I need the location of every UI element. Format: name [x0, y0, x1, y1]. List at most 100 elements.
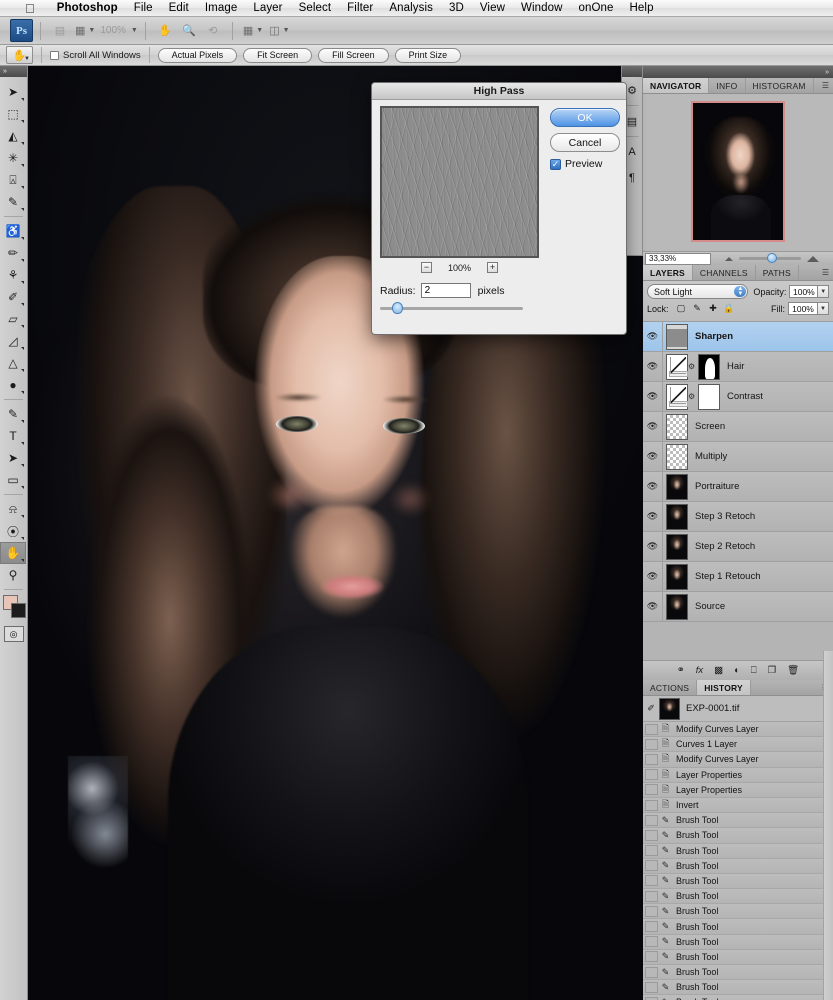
- new-group-icon[interactable]: ⎕: [751, 665, 757, 676]
- radius-input[interactable]: 2: [420, 283, 471, 298]
- layer-mask-thumbnail[interactable]: [698, 353, 720, 380]
- layer-mask-icon[interactable]: ▩: [714, 665, 723, 676]
- table-row[interactable]: 👁 Step 3 Retoch: [643, 502, 833, 532]
- list-item[interactable]: ✎Brush Tool: [643, 934, 833, 950]
- toolbox-drag-handle[interactable]: »: [0, 66, 27, 77]
- adjustment-layer-icon[interactable]: ◐: [734, 665, 740, 676]
- list-item[interactable]: ✎Brush Tool: [643, 949, 833, 965]
- history-snapshot-toggle[interactable]: [645, 845, 658, 857]
- tab-layers[interactable]: LAYERS: [643, 265, 693, 280]
- layer-visibility-icon[interactable]: 👁: [643, 322, 663, 351]
- lock-image-icon[interactable]: ✎: [691, 302, 704, 315]
- move-tool[interactable]: ➤: [0, 81, 26, 103]
- hand-tool[interactable]: ✋: [0, 542, 26, 564]
- layer-thumbnail[interactable]: [666, 503, 688, 530]
- layer-visibility-icon[interactable]: 👁: [643, 562, 663, 591]
- menu-item-help[interactable]: Help: [622, 2, 662, 14]
- menu-item-view[interactable]: View: [472, 2, 513, 14]
- tab-history[interactable]: HISTORY: [697, 680, 751, 695]
- history-snapshot-toggle[interactable]: [645, 814, 658, 826]
- apple-icon[interactable]: : [25, 2, 35, 15]
- table-row[interactable]: 👁 Source: [643, 592, 833, 622]
- path-selection-tool[interactable]: ➤: [0, 447, 26, 469]
- history-snapshot-toggle[interactable]: [645, 936, 658, 948]
- mini-bridge-icon[interactable]: ▦ ▼: [75, 21, 95, 41]
- list-item[interactable]: 🗎 Layer Properties: [643, 782, 833, 798]
- blend-mode-select[interactable]: Soft Light ▲ ▼: [647, 284, 749, 299]
- list-item[interactable]: ✎Brush Tool: [643, 904, 833, 920]
- gradient-tool[interactable]: ◿: [0, 330, 26, 352]
- ok-button[interactable]: OK: [550, 108, 620, 127]
- hand-tool-icon[interactable]: ✋ ▼: [6, 46, 33, 64]
- radius-slider[interactable]: [380, 302, 523, 314]
- rotate-view-icon[interactable]: ⟲: [204, 21, 222, 41]
- bridge-icon[interactable]: ▤: [51, 21, 69, 41]
- crop-tool[interactable]: ⍓: [0, 169, 26, 191]
- chevron-updown-icon[interactable]: ▲ ▼: [734, 286, 747, 297]
- layer-thumbnail[interactable]: [666, 473, 688, 500]
- table-row[interactable]: 👁 Portraiture: [643, 472, 833, 502]
- layer-thumbnail[interactable]: [666, 593, 688, 620]
- layer-visibility-icon[interactable]: 👁: [643, 502, 663, 531]
- history-source-state[interactable]: ✐ EXP-0001.tif: [643, 696, 833, 722]
- fit-screen-button[interactable]: Fit Screen: [243, 47, 313, 63]
- menu-item-photoshop[interactable]: Photoshop: [49, 2, 126, 14]
- tab-actions[interactable]: ACTIONS: [643, 680, 698, 695]
- quick-selection-tool[interactable]: ✳: [0, 147, 26, 169]
- navigator-zoom-slider[interactable]: [739, 253, 801, 263]
- layer-thumbnail[interactable]: [666, 383, 688, 410]
- new-layer-icon[interactable]: ❐: [768, 665, 777, 676]
- navigator-zoom-knob[interactable]: [767, 253, 777, 263]
- lock-transparency-icon[interactable]: ▢: [675, 302, 688, 315]
- dock-header[interactable]: »: [643, 66, 833, 78]
- layer-visibility-icon[interactable]: 👁: [643, 412, 663, 441]
- layer-mask-thumbnail[interactable]: [698, 383, 720, 410]
- zoom-in-button[interactable]: +: [487, 262, 499, 273]
- history-snapshot-toggle[interactable]: [645, 723, 658, 735]
- navigator-thumbnail[interactable]: [691, 101, 785, 242]
- eyedropper-tool[interactable]: ✎: [0, 191, 26, 213]
- layer-visibility-icon[interactable]: 👁: [643, 382, 663, 411]
- history-snapshot-toggle[interactable]: [645, 905, 658, 917]
- layer-thumbnail[interactable]: [666, 353, 688, 380]
- tab-navigator[interactable]: NAVIGATOR: [643, 78, 710, 93]
- layer-thumbnail[interactable]: [666, 413, 688, 440]
- history-snapshot-toggle[interactable]: [645, 890, 658, 902]
- list-item[interactable]: ✎Brush Tool: [643, 828, 833, 844]
- lock-position-icon[interactable]: ✚: [707, 302, 720, 315]
- history-snapshot-toggle[interactable]: [645, 966, 658, 978]
- blur-tool[interactable]: △: [0, 352, 26, 374]
- history-snapshot-toggle[interactable]: [645, 753, 658, 765]
- type-tool[interactable]: T: [0, 425, 26, 447]
- brush-tool[interactable]: ✏: [0, 242, 26, 264]
- menu-item-image[interactable]: Image: [197, 2, 245, 14]
- preview-checkbox-row[interactable]: ✓ Preview: [550, 158, 622, 170]
- history-snapshot-toggle[interactable]: [645, 921, 658, 933]
- table-row[interactable]: 👁 Screen: [643, 412, 833, 442]
- list-item[interactable]: ✎Brush Tool: [643, 858, 833, 874]
- history-brush-tool[interactable]: ✐: [0, 286, 26, 308]
- background-color-swatch[interactable]: [10, 603, 26, 618]
- radius-slider-knob[interactable]: [392, 302, 403, 314]
- layer-visibility-icon[interactable]: 👁: [643, 532, 663, 561]
- screen-mode-icon[interactable]: ◫ ▼: [269, 21, 289, 41]
- opacity-input[interactable]: 100%: [789, 285, 819, 298]
- cancel-button[interactable]: Cancel: [550, 133, 620, 152]
- opacity-stepper-icon[interactable]: ▼: [818, 285, 829, 298]
- 3d-rotate-tool[interactable]: ⍾: [0, 498, 26, 520]
- view-zoom-value[interactable]: 100%: [100, 25, 126, 36]
- menu-item-onone[interactable]: onOne: [571, 2, 622, 14]
- history-snapshot-toggle[interactable]: [645, 784, 658, 796]
- navigator-zoom-input[interactable]: 33,33%: [645, 252, 711, 265]
- menu-item-file[interactable]: File: [126, 2, 161, 14]
- lasso-tool[interactable]: ◭: [0, 125, 26, 147]
- list-item[interactable]: 🗎 Modify Curves Layer: [643, 752, 833, 768]
- magnifier-icon[interactable]: 🔍: [180, 21, 198, 41]
- quick-mask-icon[interactable]: ◎: [3, 626, 24, 642]
- list-item[interactable]: ✎Brush Tool: [643, 995, 833, 1000]
- mini-dock-handle[interactable]: [622, 66, 642, 77]
- panel-menu-icon[interactable]: ☰: [822, 81, 829, 90]
- fill-input[interactable]: 100%: [788, 302, 818, 315]
- layer-thumbnail[interactable]: [666, 443, 688, 470]
- preview-checkbox[interactable]: ✓: [550, 158, 561, 170]
